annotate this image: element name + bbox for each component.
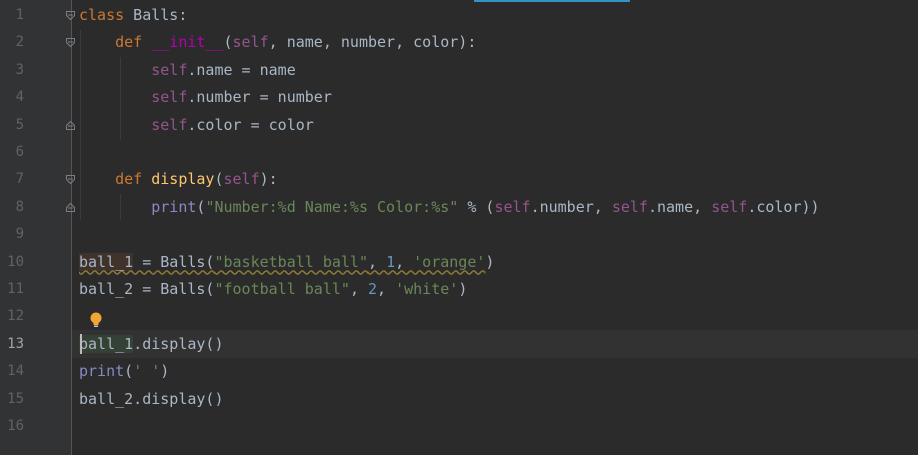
code-line[interactable]: class Balls: — [79, 2, 187, 29]
code-line[interactable]: self.name = name — [79, 57, 296, 84]
code-line[interactable]: self.color = color — [79, 112, 314, 139]
line-number[interactable]: 13 — [0, 331, 24, 358]
code-line[interactable]: ball_1 = Balls("basketball ball", 1, 'or… — [79, 249, 494, 276]
line-number[interactable]: 7 — [0, 166, 24, 193]
code-token: .color)) — [747, 197, 820, 216]
code-token: self — [494, 197, 531, 216]
line-number[interactable]: 1 — [0, 2, 24, 29]
code-line[interactable]: ball_1.display() — [79, 331, 224, 358]
code-token: Balls: — [124, 6, 188, 24]
code-line[interactable]: ball_2.display() — [79, 386, 224, 413]
line-number[interactable]: 6 — [0, 139, 24, 166]
code-token: self — [711, 197, 748, 216]
code-token: ( — [223, 33, 233, 52]
code-token: print — [151, 197, 197, 216]
code-line[interactable]: def display(self): — [79, 166, 278, 193]
code-token: self — [232, 33, 269, 52]
line-number[interactable]: 14 — [0, 358, 24, 385]
line-number[interactable]: 12 — [0, 303, 24, 330]
code-token: .name = name — [187, 60, 296, 79]
code-editor[interactable]: 1 2 3 4 5 6 7 8 9 10 11 12 13 14 15 16 class Balls: def… — [0, 0, 918, 455]
code-token: ball_2 = Balls( — [79, 280, 215, 298]
code-token: "football ball" — [214, 280, 350, 298]
code-token: .name, — [647, 197, 712, 216]
line-number[interactable]: 2 — [0, 29, 24, 56]
code-token: , — [395, 252, 414, 271]
code-token: ) — [160, 362, 170, 381]
code-token: ): — [259, 170, 278, 189]
lightbulb-icon[interactable] — [88, 311, 104, 329]
code-token: 1 — [386, 252, 396, 271]
code-token: , — [368, 252, 387, 271]
code-token: .color = color — [187, 115, 314, 134]
code-token: ball_1 — [79, 334, 134, 353]
line-number-gutter[interactable]: 1 2 3 4 5 6 7 8 9 10 11 12 13 14 15 16 — [0, 0, 72, 455]
code-token: ' ' — [133, 362, 161, 381]
fold-collapse-icon[interactable] — [65, 10, 76, 21]
code-token: def — [115, 33, 143, 52]
text-caret — [80, 334, 82, 354]
code-token: ) — [485, 252, 495, 271]
code-token: ( — [124, 362, 134, 381]
line-number[interactable]: 8 — [0, 194, 24, 221]
fold-end-icon[interactable] — [65, 120, 76, 131]
code-token: ) — [458, 280, 468, 298]
code-token: self — [151, 88, 188, 107]
code-line[interactable]: print(' ') — [79, 358, 169, 385]
code-token: class — [79, 6, 125, 24]
code-token: ( — [214, 170, 224, 189]
code-token: = Balls( — [133, 252, 215, 271]
code-token: 'white' — [395, 280, 459, 298]
code-token: , — [349, 280, 368, 298]
code-line[interactable]: def __init__(self, name, number, color): — [79, 29, 476, 56]
code-token: display — [151, 170, 215, 189]
code-token: , name, number, color): — [268, 33, 477, 52]
code-token: .display() — [133, 334, 224, 353]
line-number[interactable]: 5 — [0, 112, 24, 139]
line-number[interactable]: 16 — [0, 413, 24, 440]
code-token: 'orange' — [413, 252, 486, 271]
code-token: "Number:%d Name:%s Color:%s" — [205, 197, 459, 216]
line-number[interactable]: 11 — [0, 276, 24, 303]
line-number[interactable]: 9 — [0, 221, 24, 248]
code-token: .number = number — [187, 88, 332, 107]
code-token: % ( — [458, 197, 495, 216]
code-token: 2 — [368, 280, 378, 298]
code-token: , — [377, 280, 396, 298]
editor-tab-indicator — [474, 0, 630, 2]
line-number[interactable]: 15 — [0, 386, 24, 413]
code-token: self — [611, 197, 648, 216]
code-token: .number, — [530, 197, 612, 216]
line-number[interactable]: 3 — [0, 57, 24, 84]
fold-collapse-icon[interactable] — [65, 174, 76, 185]
code-token: "basketball ball" — [214, 252, 368, 271]
fold-end-icon[interactable] — [65, 202, 76, 213]
code-token: def — [115, 170, 143, 189]
code-line[interactable]: ball_2 = Balls("football ball", 2, 'whit… — [79, 276, 467, 303]
code-token: self — [151, 115, 188, 134]
code-token: ball_1 — [79, 252, 134, 271]
fold-collapse-icon[interactable] — [65, 37, 76, 48]
code-line[interactable]: print("Number:%d Name:%s Color:%s" % (se… — [79, 194, 820, 221]
code-token: self — [151, 60, 188, 79]
code-token: ball_2.display() — [79, 389, 224, 408]
code-token: self — [223, 170, 260, 189]
code-line[interactable]: self.number = number — [79, 84, 332, 111]
code-token: __init__ — [151, 33, 224, 52]
code-token: print — [79, 362, 125, 381]
line-number[interactable]: 4 — [0, 84, 24, 111]
line-number[interactable]: 10 — [0, 249, 24, 276]
